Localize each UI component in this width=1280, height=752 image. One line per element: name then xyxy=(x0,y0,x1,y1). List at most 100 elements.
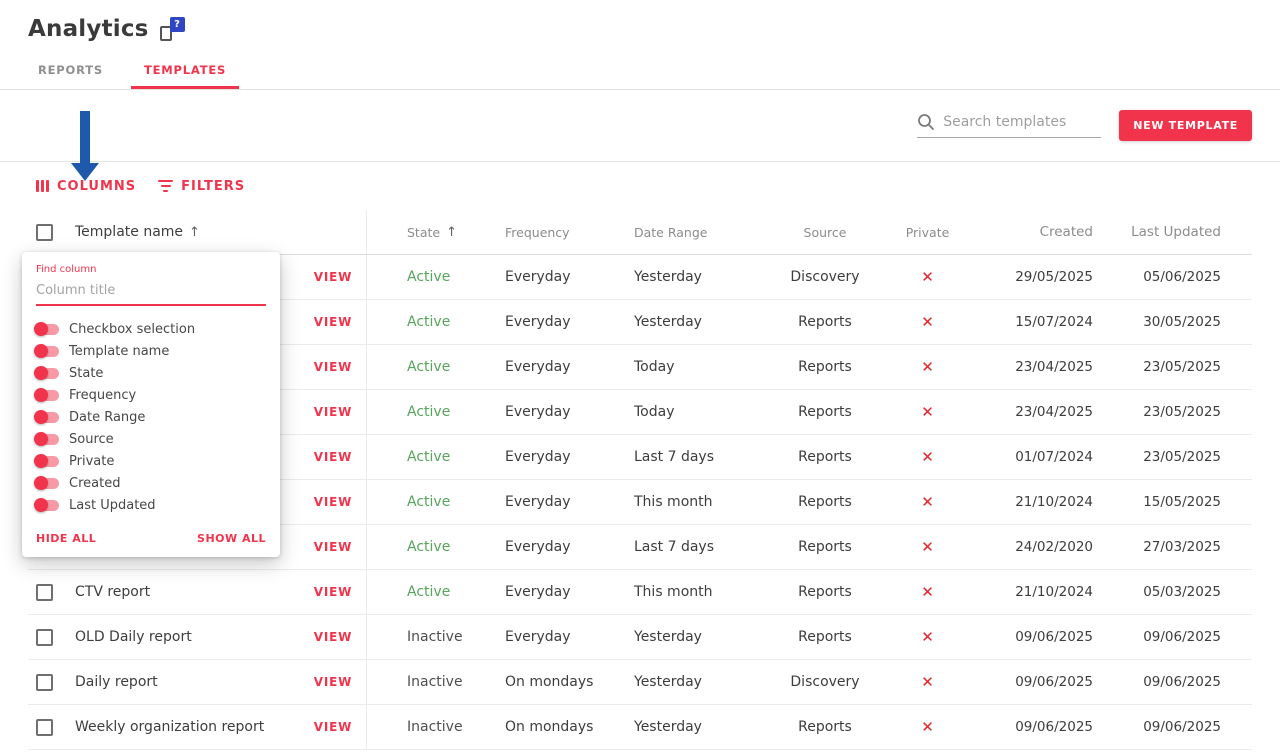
view-link[interactable]: VIEW xyxy=(300,660,367,704)
created-cell: 15/07/2024 xyxy=(975,314,1100,330)
toggle-switch-on[interactable] xyxy=(36,324,59,335)
view-link[interactable]: VIEW xyxy=(300,300,367,344)
created-cell: 09/06/2025 xyxy=(975,719,1100,735)
tab-reports[interactable]: REPORTS xyxy=(38,58,103,89)
toggle-switch-on[interactable] xyxy=(36,456,59,467)
column-toggle-item[interactable]: Private xyxy=(36,450,266,472)
column-toggle-item[interactable]: Source xyxy=(36,428,266,450)
column-toggle-list: Checkbox selection Template name State F… xyxy=(36,318,266,516)
column-toggle-item[interactable]: Last Updated xyxy=(36,494,266,516)
column-chooser-popup: Find column Checkbox selection Template … xyxy=(22,252,280,557)
toolbar: NEW TEMPLATE xyxy=(0,90,1280,162)
row-checkbox[interactable] xyxy=(36,674,53,691)
frequency-cell: On mondays xyxy=(490,674,620,690)
created-cell: 29/05/2025 xyxy=(975,269,1100,285)
view-link[interactable]: VIEW xyxy=(300,615,367,659)
frequency-cell: Everyday xyxy=(490,269,620,285)
view-link[interactable]: VIEW xyxy=(300,525,367,569)
state-cell: Active xyxy=(367,314,490,330)
hide-all-button[interactable]: HIDE ALL xyxy=(36,532,96,545)
help-icon[interactable]: ? xyxy=(160,17,185,41)
view-link[interactable]: VIEW xyxy=(300,390,367,434)
show-all-button[interactable]: SHOW ALL xyxy=(197,532,266,545)
popup-footer: HIDE ALL SHOW ALL xyxy=(36,532,266,545)
last-updated-cell: 05/03/2025 xyxy=(1100,584,1252,600)
toggle-switch-on[interactable] xyxy=(36,500,59,511)
state-cell: Active xyxy=(367,584,490,600)
private-x-icon: ✕ xyxy=(921,583,934,601)
last-updated-cell: 09/06/2025 xyxy=(1100,674,1252,690)
source-cell: Discovery xyxy=(770,674,880,690)
toggle-switch-on[interactable] xyxy=(36,412,59,423)
state-cell: Active xyxy=(367,449,490,465)
date-range-cell: Last 7 days xyxy=(620,539,770,555)
new-template-button[interactable]: NEW TEMPLATE xyxy=(1119,110,1252,141)
column-toggle-item[interactable]: Template name xyxy=(36,340,266,362)
column-toggle-item[interactable]: Created xyxy=(36,472,266,494)
filter-icon xyxy=(158,180,173,192)
header-last-updated[interactable]: Last Updated xyxy=(1100,224,1252,240)
state-cell: Active xyxy=(367,539,490,555)
frequency-cell: Everyday xyxy=(490,494,620,510)
header-template-name[interactable]: Template name ↑ xyxy=(67,224,300,240)
source-cell: Reports xyxy=(770,629,880,645)
created-cell: 24/02/2020 xyxy=(975,539,1100,555)
toggle-switch-on[interactable] xyxy=(36,368,59,379)
toggle-switch-on[interactable] xyxy=(36,434,59,445)
state-cell: Active xyxy=(367,359,490,375)
search-input[interactable] xyxy=(943,114,1101,130)
header-private[interactable]: Private xyxy=(880,225,975,240)
view-link[interactable]: VIEW xyxy=(300,480,367,524)
search-field[interactable] xyxy=(917,113,1101,138)
view-link[interactable]: VIEW xyxy=(300,345,367,389)
column-toggle-label: State xyxy=(69,366,103,381)
row-checkbox[interactable] xyxy=(36,719,53,736)
find-column-label: Find column xyxy=(36,264,266,275)
created-cell: 01/07/2024 xyxy=(975,449,1100,465)
header-source[interactable]: Source xyxy=(770,225,880,240)
tab-templates[interactable]: TEMPLATES xyxy=(131,58,239,89)
created-cell: 09/06/2025 xyxy=(975,629,1100,645)
toggle-switch-on[interactable] xyxy=(36,390,59,401)
column-title-input[interactable] xyxy=(36,279,266,306)
filters-button[interactable]: FILTERS xyxy=(158,179,245,194)
state-cell: Active xyxy=(367,494,490,510)
last-updated-cell: 27/03/2025 xyxy=(1100,539,1252,555)
row-checkbox[interactable] xyxy=(36,584,53,601)
toggle-switch-on[interactable] xyxy=(36,478,59,489)
date-range-cell: Yesterday xyxy=(620,674,770,690)
view-link[interactable]: VIEW xyxy=(300,570,367,614)
table-header-row: Template name ↑ State ↑ Frequency Date R… xyxy=(28,210,1252,255)
template-name-cell: Weekly organization report xyxy=(67,719,300,735)
toggle-knob xyxy=(34,410,48,424)
toggle-knob xyxy=(34,432,48,446)
row-checkbox[interactable] xyxy=(36,629,53,646)
view-link[interactable]: VIEW xyxy=(300,435,367,479)
template-name-cell: Daily report xyxy=(67,674,300,690)
column-toggle-item[interactable]: State xyxy=(36,362,266,384)
search-icon xyxy=(917,113,935,131)
created-cell: 21/10/2024 xyxy=(975,584,1100,600)
column-toggle-label: Frequency xyxy=(69,388,136,403)
source-cell: Reports xyxy=(770,404,880,420)
table-row: OLD Daily report VIEW Inactive Everyday … xyxy=(28,615,1252,660)
column-toggle-item[interactable]: Checkbox selection xyxy=(36,318,266,340)
column-toggle-label: Private xyxy=(69,454,114,469)
column-toggle-label: Last Updated xyxy=(69,498,156,513)
filters-button-label: FILTERS xyxy=(181,179,245,194)
column-toggle-item[interactable]: Frequency xyxy=(36,384,266,406)
header-created[interactable]: Created xyxy=(975,224,1100,240)
header-frequency[interactable]: Frequency xyxy=(490,225,620,240)
view-link[interactable]: VIEW xyxy=(300,255,367,299)
source-cell: Reports xyxy=(770,584,880,600)
header-date-range[interactable]: Date Range xyxy=(620,225,770,240)
view-link[interactable]: VIEW xyxy=(300,705,367,749)
header-state[interactable]: State ↑ xyxy=(367,225,490,240)
created-cell: 23/04/2025 xyxy=(975,359,1100,375)
columns-button[interactable]: COLUMNS xyxy=(36,179,136,194)
toggle-switch-on[interactable] xyxy=(36,346,59,357)
private-x-icon: ✕ xyxy=(921,403,934,421)
select-all-checkbox[interactable] xyxy=(36,224,53,241)
column-toggle-item[interactable]: Date Range xyxy=(36,406,266,428)
columns-icon xyxy=(36,180,49,192)
